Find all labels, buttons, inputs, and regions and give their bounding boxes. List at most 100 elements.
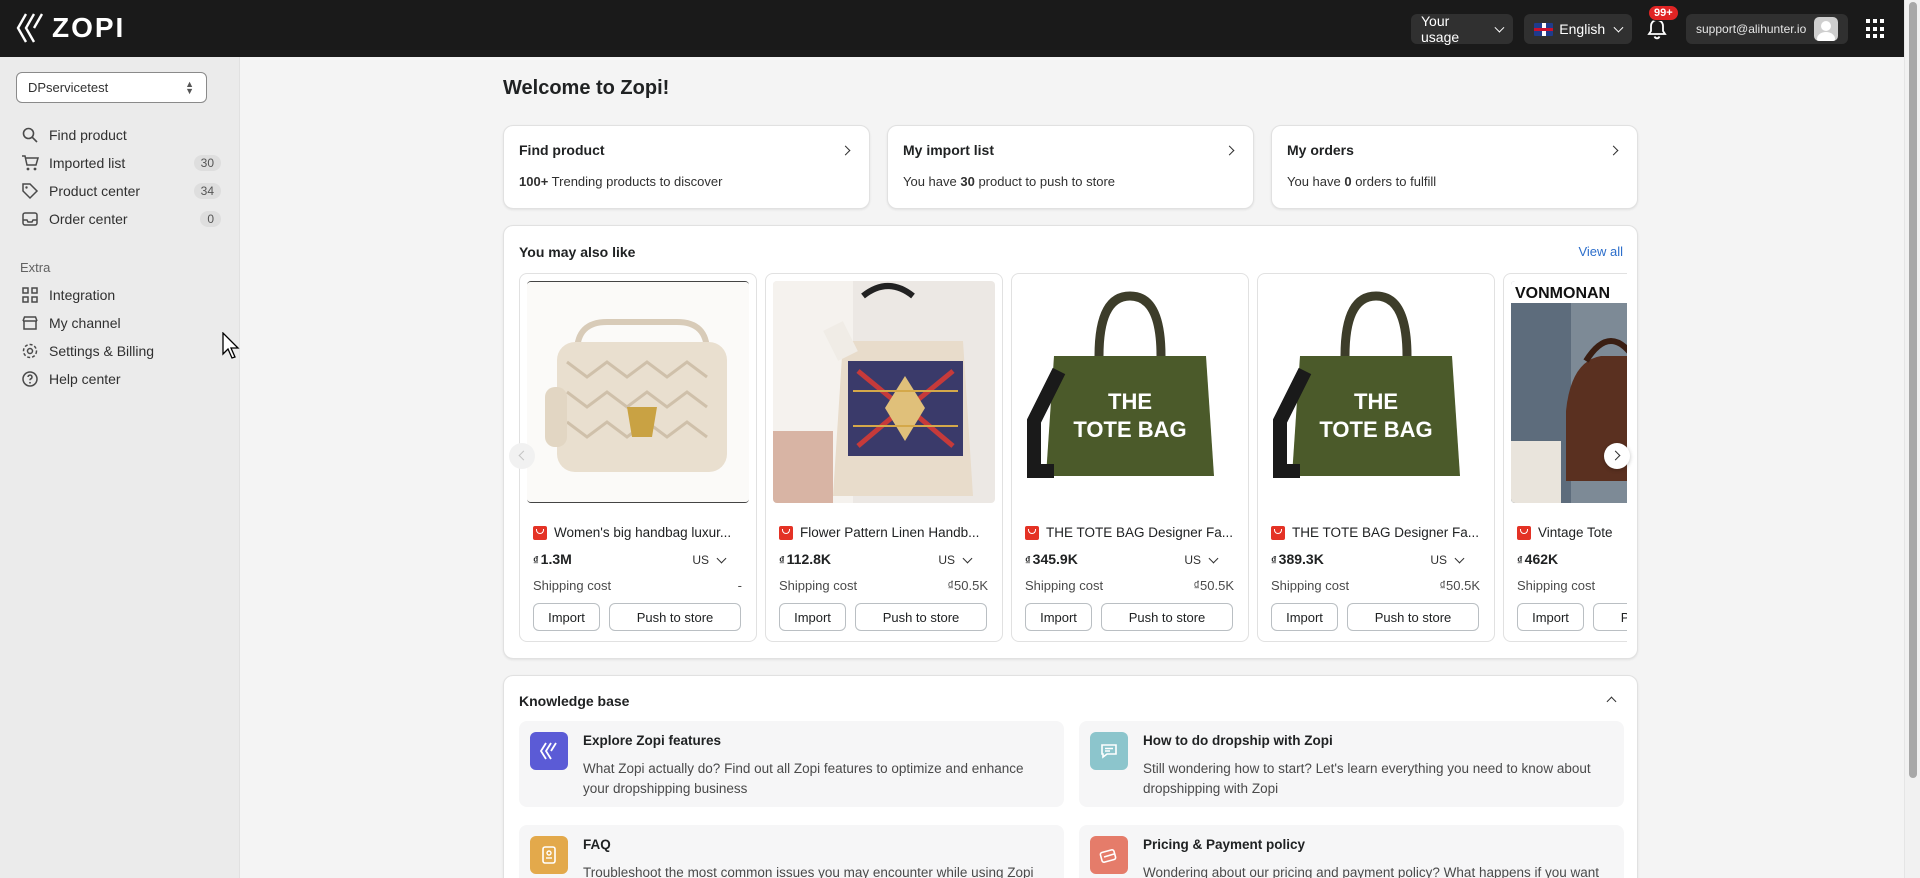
product-name[interactable]: THE TOTE BAG Designer Fa... bbox=[1025, 525, 1240, 540]
page-scrollbar[interactable] bbox=[1904, 0, 1920, 878]
card-subtitle: You have 0 orders to fulfill bbox=[1287, 174, 1437, 189]
product-price: ₫ 1.3M bbox=[533, 551, 572, 567]
sidebar-item-my-channel[interactable]: My channel bbox=[16, 309, 221, 337]
shipping-value: ₫50.5K bbox=[1439, 578, 1480, 593]
product-card[interactable]: THE TOTE BAG THE TOTE BAG Designer Fa...… bbox=[1011, 273, 1249, 642]
product-image[interactable]: VONMONAN bbox=[1511, 281, 1627, 503]
notification-badge: 99+ bbox=[1648, 5, 1679, 21]
sidebar-item-help-center[interactable]: Help center bbox=[16, 365, 221, 393]
zopi-logo[interactable]: ZOPI bbox=[16, 12, 125, 44]
kb-item-title: Pricing & Payment policy bbox=[1143, 837, 1306, 852]
sidebar-item-settings-billing[interactable]: Settings & Billing bbox=[16, 337, 221, 365]
imported-count-badge: 30 bbox=[193, 155, 221, 171]
sidebar-item-integration[interactable]: Integration bbox=[16, 281, 221, 309]
product-image[interactable] bbox=[527, 281, 749, 503]
product-price: ₫ 112.8K bbox=[779, 551, 832, 567]
carousel-next-button[interactable] bbox=[1604, 443, 1630, 469]
shipping-label: Shipping cost bbox=[1025, 578, 1104, 593]
kb-item-pricing-policy[interactable]: Pricing & Payment policy Wondering about… bbox=[1079, 825, 1624, 878]
page-title: Welcome to Zopi! bbox=[503, 77, 670, 99]
aliexpress-icon bbox=[533, 525, 547, 540]
recommendations-panel: You may also like View all Women's big h… bbox=[503, 225, 1638, 659]
shipping-label: Shipping cost bbox=[1517, 578, 1596, 593]
card-title: Find product bbox=[519, 142, 605, 158]
find-product-card[interactable]: Find product 100+ Trending products to d… bbox=[503, 125, 870, 209]
sidebar-item-label: Order center bbox=[49, 211, 128, 227]
product-card[interactable]: Women's big handbag luxur... ₫ 1.3M US Sh… bbox=[519, 273, 757, 642]
sidebar-item-label: Find product bbox=[49, 127, 127, 143]
kb-item-faq[interactable]: FAQ Troubleshoot the most common issues … bbox=[519, 825, 1064, 878]
import-button[interactable]: Import bbox=[1517, 603, 1584, 631]
payment-card-icon bbox=[1090, 836, 1128, 874]
product-image[interactable] bbox=[773, 281, 995, 503]
bag-print-text: TOTE BAG bbox=[1319, 417, 1432, 442]
language-dropdown[interactable]: English bbox=[1524, 14, 1632, 44]
product-name[interactable]: Women's big handbag luxur... bbox=[533, 525, 748, 540]
ship-country-select[interactable]: US bbox=[1430, 553, 1465, 567]
user-menu[interactable]: support@alihunter.io bbox=[1686, 14, 1848, 44]
product-price: ₫ 389.3K bbox=[1271, 551, 1324, 567]
view-all-link[interactable]: View all bbox=[1578, 244, 1623, 259]
import-button[interactable]: Import bbox=[779, 603, 846, 631]
carousel-prev-button[interactable] bbox=[509, 443, 535, 469]
product-name[interactable]: Flower Pattern Linen Handb... bbox=[779, 525, 994, 540]
product-card[interactable]: Flower Pattern Linen Handb... ₫ 112.8K US… bbox=[765, 273, 1003, 642]
product-name[interactable]: THE TOTE BAG Designer Fa... bbox=[1271, 525, 1486, 540]
bag-print-text: THE bbox=[1108, 389, 1152, 414]
card-subtitle: 100+ Trending products to discover bbox=[519, 174, 723, 189]
import-button[interactable]: Import bbox=[1271, 603, 1338, 631]
product-card[interactable]: THE TOTE BAG THE TOTE BAG Designer Fa...… bbox=[1257, 273, 1495, 642]
kb-item-how-to-dropship[interactable]: How to do dropship with Zopi Still wonde… bbox=[1079, 721, 1624, 807]
kb-item-desc: Still wondering how to start? Let's lear… bbox=[1143, 761, 1591, 796]
push-to-store-button[interactable]: Push to store bbox=[1347, 603, 1479, 631]
sidebar-item-product-center[interactable]: Product center 34 bbox=[16, 177, 221, 205]
zopi-features-icon bbox=[530, 732, 568, 770]
product-image[interactable]: THE TOTE BAG bbox=[1265, 281, 1487, 503]
push-to-store-button[interactable]: Push to store bbox=[609, 603, 741, 631]
card-title: My import list bbox=[903, 142, 995, 158]
import-button[interactable]: Import bbox=[533, 603, 600, 631]
ship-country-select[interactable]: US bbox=[692, 553, 727, 567]
my-orders-card[interactable]: My orders You have 0 orders to fulfill bbox=[1271, 125, 1638, 209]
kb-item-desc: Wondering about our pricing and payment … bbox=[1143, 865, 1600, 878]
product-image[interactable]: THE TOTE BAG bbox=[1019, 281, 1241, 503]
inbox-icon bbox=[22, 212, 38, 226]
shipping-label: Shipping cost bbox=[533, 578, 612, 593]
aliexpress-icon bbox=[1025, 525, 1039, 540]
product-count-badge: 34 bbox=[193, 183, 221, 199]
store-name: DPservicetest bbox=[28, 80, 109, 95]
ship-country-select[interactable]: US bbox=[938, 553, 973, 567]
shipping-label: Shipping cost bbox=[779, 578, 858, 593]
chevron-down-icon bbox=[1494, 22, 1505, 32]
shipping-value: ₫50.5K bbox=[1193, 578, 1234, 593]
store-select[interactable]: DPservicetest ▲ ▼ bbox=[16, 72, 207, 103]
push-to-store-button[interactable]: Push to store bbox=[1593, 603, 1627, 631]
usage-dropdown[interactable]: Your usage bbox=[1411, 13, 1513, 45]
app-grid-icon[interactable] bbox=[1866, 19, 1886, 39]
import-button[interactable]: Import bbox=[1025, 603, 1092, 631]
push-to-store-button[interactable]: Push to store bbox=[855, 603, 987, 631]
scrollbar-thumb[interactable] bbox=[1909, 2, 1917, 778]
sidebar-item-label: Help center bbox=[49, 371, 121, 387]
section-title: Knowledge base bbox=[519, 693, 630, 709]
help-icon bbox=[22, 371, 38, 387]
push-to-store-button[interactable]: Push to store bbox=[1101, 603, 1233, 631]
kb-item-explore-features[interactable]: Explore Zopi features What Zopi actually… bbox=[519, 721, 1064, 807]
zopi-logo-icon bbox=[16, 13, 44, 43]
card-title: My orders bbox=[1287, 142, 1354, 158]
chevron-up-icon[interactable] bbox=[1606, 696, 1617, 707]
sidebar-item-label: Settings & Billing bbox=[49, 343, 155, 359]
brand-text: VONMONAN bbox=[1515, 285, 1610, 302]
bag-print-text: TOTE BAG bbox=[1073, 417, 1186, 442]
uk-flag-icon bbox=[1534, 22, 1554, 36]
sidebar-item-order-center[interactable]: Order center 0 bbox=[16, 205, 221, 233]
product-name[interactable]: Vintage Tote bbox=[1517, 525, 1627, 540]
shipping-value: ₫50.5K bbox=[947, 578, 988, 593]
section-title: You may also like bbox=[519, 244, 636, 260]
ship-country-select[interactable]: US bbox=[1184, 553, 1219, 567]
shipping-label: Shipping cost bbox=[1271, 578, 1350, 593]
knowledge-base-panel: Knowledge base Explore Zopi features Wha… bbox=[503, 675, 1638, 878]
sidebar-item-imported-list[interactable]: Imported list 30 bbox=[16, 149, 221, 177]
sidebar-item-find-product[interactable]: Find product bbox=[16, 121, 221, 149]
import-list-card[interactable]: My import list You have 30 product to pu… bbox=[887, 125, 1254, 209]
